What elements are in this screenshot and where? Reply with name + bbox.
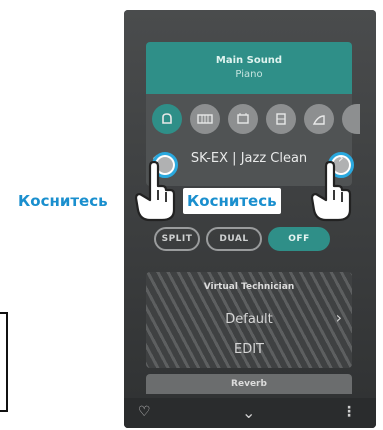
virtual-technician-title: Virtual Technician	[203, 282, 295, 292]
piano-icon[interactable]	[152, 104, 182, 134]
strings-icon[interactable]	[304, 104, 334, 134]
selected-sound-name: SK-EX | Jazz Clean	[190, 150, 308, 166]
virtual-technician-edit-button[interactable]: EDIT	[146, 342, 352, 357]
dual-mode-button[interactable]: DUAL	[206, 227, 262, 251]
device-edge	[0, 312, 8, 412]
more-sounds-icon[interactable]	[342, 104, 360, 134]
harpsichord-icon[interactable]	[266, 104, 296, 134]
split-mode-button[interactable]: SPLIT	[154, 227, 200, 251]
keyboard-mode-selector: SPLIT DUAL OFF	[146, 222, 352, 256]
bottom-toolbar: ♡ ⌄ ⋮	[124, 398, 376, 428]
hand-pointer-icon	[134, 160, 176, 222]
hand-pointer-icon	[310, 160, 352, 222]
main-sound-header[interactable]: Main Sound Piano	[146, 42, 352, 94]
virtual-technician-panel[interactable]: Virtual Technician Default › EDIT	[146, 272, 352, 368]
off-mode-button[interactable]: OFF	[268, 227, 330, 251]
chevron-down-icon[interactable]: ⌄	[242, 403, 255, 422]
reverb-header[interactable]: Reverb	[146, 374, 352, 394]
chevron-right-icon[interactable]: ›	[336, 308, 342, 327]
main-sound-subtitle: Piano	[235, 69, 263, 80]
virtual-technician-value: Default	[225, 312, 273, 327]
tap-callout-left: Коснитесь	[18, 192, 108, 210]
more-options-icon[interactable]: ⋮	[342, 404, 356, 420]
tap-callout-right: Коснитесь	[183, 188, 281, 214]
sound-category-icons	[152, 104, 360, 134]
main-sound-title: Main Sound	[215, 55, 283, 66]
organ-icon[interactable]	[228, 104, 258, 134]
keyboard-icon[interactable]	[190, 104, 220, 134]
favorite-icon[interactable]: ♡	[138, 404, 151, 420]
